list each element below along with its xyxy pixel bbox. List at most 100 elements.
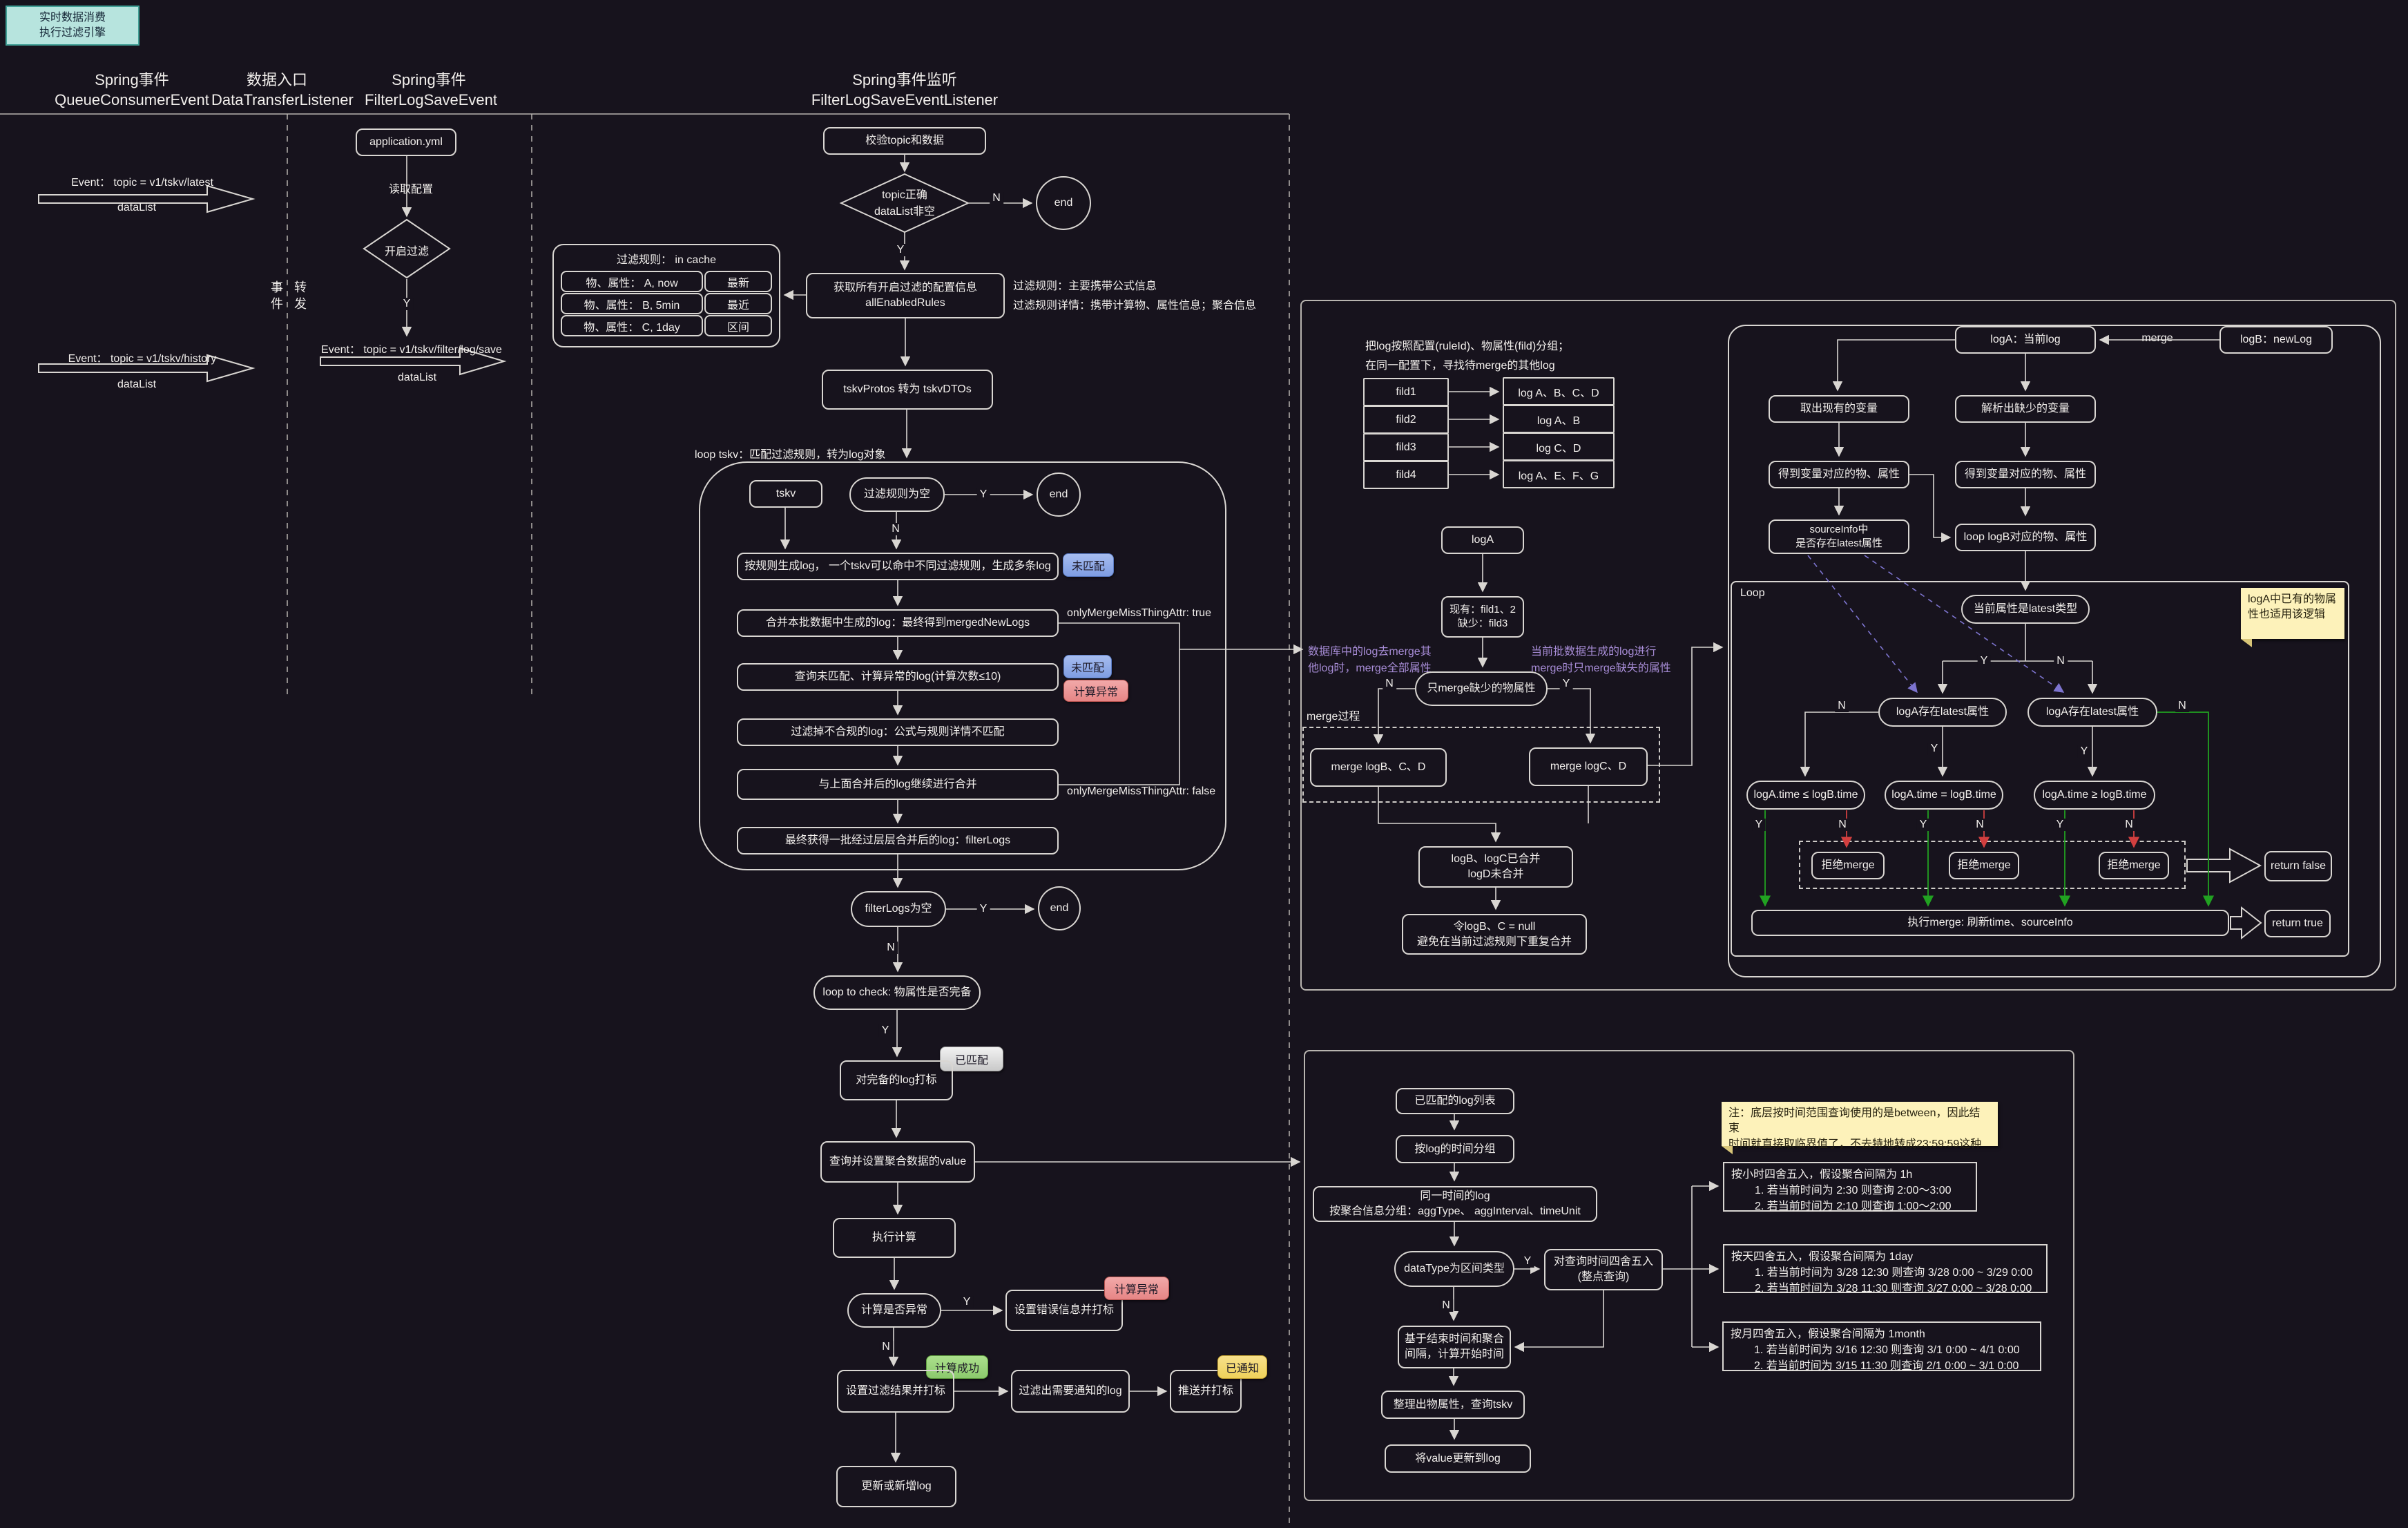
collect-attr-query-tskv-node: 整理出物属性，查询tskv — [1381, 1391, 1525, 1419]
branch-label-y: Y — [1753, 819, 1766, 831]
final-filterlogs-node: 最终获得一批经过层层合并后的log：filterLogs — [737, 827, 1059, 854]
branch-label-y: Y — [1560, 678, 1573, 690]
branch-label-n: N — [1383, 678, 1396, 690]
loga-has-latest-decision-left: logA存在latest属性 — [1878, 698, 2007, 727]
branch-label-y: Y — [879, 1024, 892, 1037]
loop-container-label: Loop — [1740, 587, 1765, 600]
branch-label-y: Y — [894, 244, 907, 256]
cache-rule-key: 物、属性： C, 1day — [561, 315, 703, 336]
fild-logs-cell: log C、D — [1503, 432, 1615, 461]
execute-merge-node: 执行merge: 刷新time、sourceInfo — [1751, 910, 2229, 936]
branch-label-n: N — [889, 523, 903, 535]
return-false-node: return false — [2264, 851, 2332, 881]
loga-have-miss-node: 现有：fild1、2缺少：fild3 — [1441, 596, 1524, 638]
loop-check-complete-decision: loop to check: 物属性是否完备 — [813, 975, 981, 1010]
mark-complete-log-node: 对完备的log打标 — [840, 1060, 953, 1100]
merge-process-label: merge过程 — [1307, 707, 1360, 723]
branch-label-y: Y — [2054, 819, 2067, 831]
filterlogs-empty-decision: filterLogs为空 — [851, 891, 946, 927]
rules-empty-decision: 过滤规则为空 — [849, 477, 945, 512]
between-note-sticky: 注：底层按时间范围查询使用的是between，因此结束时间就直接取临界值了，不去… — [1722, 1102, 1998, 1146]
matched-log-list-node: 已匹配的log列表 — [1396, 1088, 1514, 1114]
only-merge-false-label: onlyMergeMissThingAttr: false — [1067, 785, 1215, 798]
lane-header-filter-log-save-event: Spring事件FilterLogSaveEvent — [365, 70, 493, 110]
only-merge-true-label: onlyMergeMissThingAttr: true — [1067, 607, 1211, 620]
hour-rounding-note: 按小时四舍五入，假设聚合间隔为 1h 1. 若当前时间为 2:30 则查询 2:… — [1723, 1162, 1977, 1212]
branch-label-y: Y — [1978, 655, 1991, 667]
sourceinfo-latest-node: sourceInfo中是否存在latest属性 — [1769, 519, 1909, 554]
loga-has-latest-decision-right: logA存在latest属性 — [2027, 698, 2157, 727]
calc-error-badge: 计算异常 — [1063, 680, 1128, 702]
event-latest-label: Event： topic = v1/tskv/latest — [71, 173, 213, 189]
filter-invalid-node: 过滤掉不合规的log：公式与规则详情不匹配 — [737, 718, 1059, 746]
branch-label-y: Y — [1917, 819, 1930, 831]
branch-label-n: N — [879, 1341, 893, 1353]
reject-merge-node: 拒绝merge — [1811, 852, 1885, 879]
branch-label-n: N — [2122, 819, 2136, 831]
end-node: end — [1037, 472, 1081, 517]
cache-rule-tag: 区间 — [704, 315, 772, 336]
is-latest-type-decision: 当前属性是latest类型 — [1961, 595, 2090, 624]
continue-merge-node: 与上面合并后的log继续进行合并 — [737, 769, 1059, 800]
merge-cd-node: merge logC、D — [1529, 747, 1648, 786]
get-thing-attr-node-right: 得到变量对应的物、属性 — [1955, 461, 2096, 488]
merge-group-title-1: 把log按照配置(ruleId)、物属性(fild)分组； — [1365, 336, 1569, 353]
time-gte-decision: logA.time ≥ logB.time — [2034, 781, 2155, 810]
notified-badge: 已通知 — [1217, 1355, 1267, 1379]
unmatched-badge: 未匹配 — [1063, 553, 1114, 577]
merge-group-title-2: 在同一配置下，寻找待merge的其他log — [1365, 356, 1555, 372]
fild-key-cell: fild1 — [1363, 378, 1449, 406]
read-config-label: 读取配置 — [389, 180, 433, 196]
calc-error-decision: 计算是否异常 — [847, 1293, 941, 1328]
convert-dtos-node: tskvProtos 转为 tskvDTOs — [822, 370, 993, 410]
calc-start-time-node: 基于结束时间和聚合间隔，计算开始时间 — [1398, 1326, 1511, 1368]
filter-on-diamond-label: 开启过滤 — [365, 242, 448, 258]
tskv-node: tskv — [749, 480, 822, 508]
fild-key-cell: fild3 — [1363, 433, 1449, 461]
loop-tskv-label: loop tskv：匹配过滤规则，转为log对象 — [695, 445, 886, 461]
branch-label-y: Y — [961, 1296, 974, 1308]
application-yml-node: application.yml — [356, 128, 456, 156]
lane-header-queue-consumer: Spring事件QueueConsumerEvent — [41, 70, 222, 110]
fild-key-cell: fild2 — [1363, 405, 1449, 434]
datatype-range-decision: dataType为区间类型 — [1394, 1251, 1514, 1287]
loga-node: logA — [1441, 526, 1524, 554]
branch-label-y: Y — [2078, 745, 2091, 758]
loop-logb-attr-node: loop logB对应的物、属性 — [1955, 524, 2096, 551]
branch-label-n: N — [990, 192, 1003, 204]
branch-label-n: N — [1439, 1299, 1453, 1312]
title-badge-line1: 实时数据消费 — [39, 10, 106, 26]
group-by-agg-node: 同一时间的log按聚合信息分组：aggType、 aggInterval、tim… — [1313, 1186, 1597, 1222]
fild-logs-cell: log A、B、C、D — [1503, 377, 1615, 405]
loga-current-node: logA：当前log — [1955, 326, 2096, 354]
logb-new-node: logB：newLog — [2219, 326, 2333, 354]
datalist-label: dataList — [117, 202, 156, 214]
merge-batch-node: 合并本批数据中生成的log：最终得到mergedNewLogs — [737, 609, 1059, 637]
event-history-label: Event： topic = v1/tskv/history — [68, 349, 217, 365]
cache-rule-key: 物、属性： B, 5min — [561, 293, 703, 314]
execute-calc-node: 执行计算 — [833, 1218, 956, 1258]
current-batch-annotation: 当前批数据生成的log进行merge时只merge缺失的属性 — [1531, 642, 1671, 675]
cache-rule-tag: 最新 — [704, 271, 772, 292]
connector-layer — [0, 0, 2408, 1528]
branch-label-n: N — [2054, 655, 2068, 667]
set-null-node: 令logB、C = null避免在当前过滤规则下重复合并 — [1402, 914, 1587, 955]
cache-rules-title: 过滤规则： in cache — [559, 250, 773, 267]
branch-label-y: Y — [977, 488, 990, 501]
round-query-time-node: 对查询时间四舍五入(整点查询) — [1544, 1249, 1663, 1290]
end-node: end — [1038, 886, 1081, 930]
get-enabled-rules-node: 获取所有开启过滤的配置信息allEnabledRules — [806, 273, 1005, 318]
merged-state-node: logB、logC已合并logD未合并 — [1418, 846, 1573, 888]
return-true-node: return true — [2264, 910, 2331, 937]
datalist-label: dataList — [117, 379, 156, 391]
rule-annotation-2: 过滤规则详情：携带计算物、属性信息；聚合信息 — [1013, 296, 1256, 312]
db-merge-annotation: 数据库中的log去merge其他log时，merge全部属性 — [1308, 642, 1432, 675]
branch-label-n: N — [1835, 700, 1849, 712]
time-eq-decision: logA.time = logB.time — [1885, 781, 2003, 810]
generate-log-node: 按规则生成log， 一个tskv可以命中不同过滤规则，生成多条log — [737, 553, 1059, 580]
title-badge-line2: 执行过滤引擎 — [39, 26, 106, 41]
datalist-label: dataList — [398, 372, 436, 384]
calc-error-badge: 计算异常 — [1104, 1277, 1169, 1300]
sticky-fold — [1722, 1146, 1733, 1154]
only-merge-missing-decision: 只merge缺少的物属性 — [1415, 671, 1548, 706]
